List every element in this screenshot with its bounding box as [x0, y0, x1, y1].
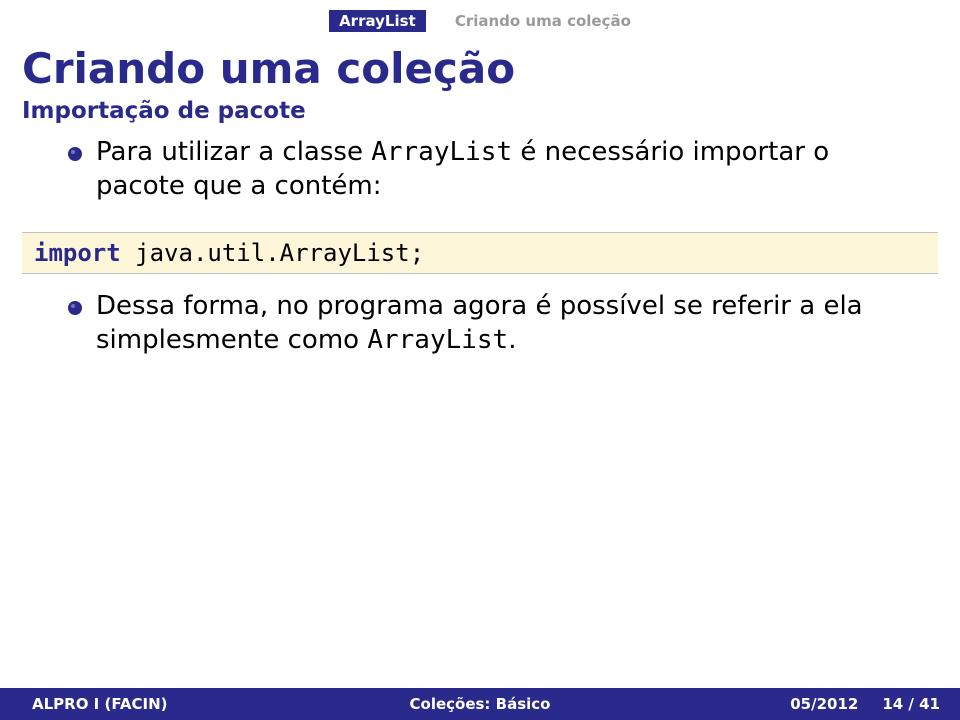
bullet-icon [68, 147, 82, 161]
footer-center: Coleções: Básico [0, 695, 960, 713]
breadcrumb: ArrayList Criando uma coleção [0, 10, 960, 32]
slide: ArrayList Criando uma coleção Criando um… [0, 0, 960, 720]
breadcrumb-section: ArrayList [329, 10, 426, 32]
page-title: Criando uma coleção [22, 44, 515, 93]
bullet-icon [68, 301, 82, 315]
text-run: Para utilizar a classe [96, 137, 371, 167]
inline-code: ArrayList [367, 325, 508, 355]
list-item: Para utilizar a classe ArrayList é neces… [68, 136, 920, 204]
body-block-1: Para utilizar a classe ArrayList é neces… [68, 136, 920, 212]
page-subtitle: Importação de pacote [22, 98, 306, 124]
bullet-text: Dessa forma, no programa agora é possíve… [96, 290, 920, 358]
footer-bar: ALPRO I (FACIN) Coleções: Básico 05/2012… [0, 688, 960, 720]
bullet-text: Para utilizar a classe ArrayList é neces… [96, 136, 920, 204]
code-keyword: import [34, 239, 121, 267]
code-rest: java.util.ArrayList; [121, 239, 424, 267]
inline-code: ArrayList [371, 137, 512, 167]
code-block: import java.util.ArrayList; [22, 232, 938, 274]
breadcrumb-subsection: Criando uma coleção [455, 12, 631, 30]
text-run: . [508, 325, 516, 355]
list-item: Dessa forma, no programa agora é possíve… [68, 290, 920, 358]
body-block-2: Dessa forma, no programa agora é possíve… [68, 290, 920, 366]
